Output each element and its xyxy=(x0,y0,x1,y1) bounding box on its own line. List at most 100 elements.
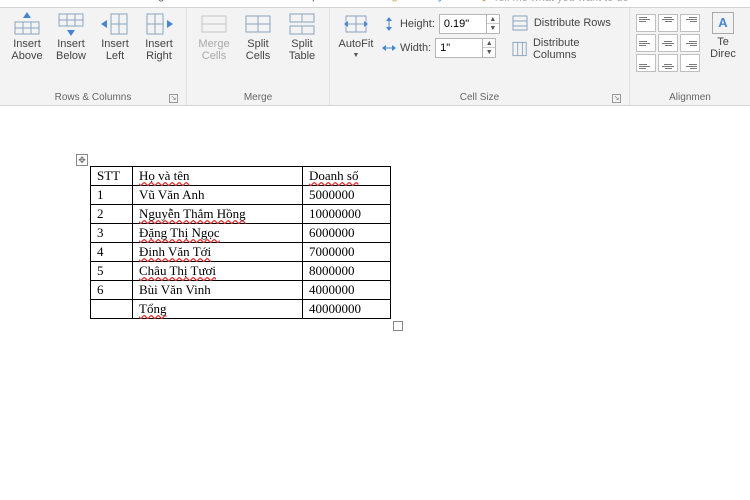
align-top-left[interactable] xyxy=(636,14,656,32)
insert-left-icon xyxy=(101,12,129,36)
height-icon xyxy=(382,17,396,31)
align-mid-center[interactable] xyxy=(658,34,678,52)
height-spinner[interactable]: ▲▼ xyxy=(439,14,500,34)
table-resize-handle[interactable] xyxy=(393,321,403,331)
document-area[interactable]: ✥ STT Họ và tên Doanh số 1Vũ Văn Anh5000… xyxy=(0,106,750,500)
ribbon: Insert Above Insert Below Insert Left In… xyxy=(0,8,750,106)
group-cell-size: AutoFit ▼ Height: ▲▼ Width: xyxy=(330,8,630,105)
cell-stt[interactable] xyxy=(91,300,133,319)
insert-right-icon xyxy=(145,12,173,36)
width-input[interactable] xyxy=(436,42,482,54)
group-label-cell-size: Cell Size xyxy=(460,92,499,103)
tab-references[interactable]: References xyxy=(49,0,109,4)
width-label: Width: xyxy=(400,42,431,54)
data-table[interactable]: STT Họ và tên Doanh số 1Vũ Văn Anh500000… xyxy=(90,166,391,319)
split-cells-button[interactable]: Split Cells xyxy=(237,10,279,64)
table-header-row[interactable]: STT Họ và tên Doanh số xyxy=(91,167,391,186)
alignment-grid xyxy=(636,10,700,72)
table-row[interactable]: 4Đinh Văn Tới7000000 xyxy=(91,243,391,262)
align-bot-right[interactable] xyxy=(680,54,700,72)
tab-mailings[interactable]: Mailings xyxy=(128,0,172,4)
tab-view[interactable]: View xyxy=(248,0,276,4)
insert-below-icon xyxy=(57,12,85,36)
height-up[interactable]: ▲ xyxy=(487,15,499,24)
autofit-icon xyxy=(342,12,370,36)
tab-table-design[interactable]: Table Design xyxy=(338,0,406,4)
align-top-right[interactable] xyxy=(680,14,700,32)
cell-name[interactable]: Đặng Thị Ngọc xyxy=(133,224,303,243)
cell-value[interactable]: 5000000 xyxy=(303,186,391,205)
bulb-icon xyxy=(479,0,489,3)
cell-stt[interactable]: 1 xyxy=(91,186,133,205)
cell-stt[interactable]: 4 xyxy=(91,243,133,262)
cell-value[interactable]: 4000000 xyxy=(303,281,391,300)
table-row[interactable]: 6Bùi Văn Vinh4000000 xyxy=(91,281,391,300)
header-value[interactable]: Doanh số xyxy=(303,167,391,186)
merge-cells-icon xyxy=(200,12,228,36)
cell-stt[interactable]: 2 xyxy=(91,205,133,224)
align-top-center[interactable] xyxy=(658,14,678,32)
split-table-button[interactable]: Split Table xyxy=(281,10,323,64)
cell-total-value[interactable]: 40000000 xyxy=(303,300,391,319)
cell-name[interactable]: Bùi Văn Vinh xyxy=(133,281,303,300)
distribute-columns-button[interactable]: Distribute Columns xyxy=(510,36,623,62)
cell-name[interactable]: Đinh Văn Tới xyxy=(133,243,303,262)
distribute-columns-icon xyxy=(512,41,527,57)
cell-stt[interactable]: 6 xyxy=(91,281,133,300)
tell-me-placeholder: Tell me what you want to do xyxy=(493,0,629,4)
rows-columns-dialog-launcher[interactable]: ↘ xyxy=(169,94,178,103)
align-bot-left[interactable] xyxy=(636,54,656,72)
text-direction-button[interactable]: A Te Direc xyxy=(702,10,744,60)
width-spinner[interactable]: ▲▼ xyxy=(435,38,496,58)
cell-name[interactable]: Nguyễn Thắm Hồng xyxy=(133,205,303,224)
cell-size-dialog-launcher[interactable]: ↘ xyxy=(612,94,621,103)
table-row[interactable]: 2Nguyễn Thắm Hồng10000000 xyxy=(91,205,391,224)
table-row[interactable]: 1Vũ Văn Anh5000000 xyxy=(91,186,391,205)
cell-value[interactable]: 8000000 xyxy=(303,262,391,281)
text-direction-icon: A xyxy=(712,12,734,34)
cell-value[interactable]: 7000000 xyxy=(303,243,391,262)
insert-above-icon xyxy=(13,12,41,36)
split-cells-icon xyxy=(244,12,272,36)
autofit-button[interactable]: AutoFit ▼ xyxy=(336,10,376,64)
align-mid-right[interactable] xyxy=(680,34,700,52)
tab-help[interactable]: Help xyxy=(294,0,321,4)
distribute-rows-button[interactable]: Distribute Rows xyxy=(510,14,623,32)
cell-name[interactable]: Châu Thị Tươi xyxy=(133,262,303,281)
table-row[interactable]: 5Châu Thị Tươi8000000 xyxy=(91,262,391,281)
tab-layout-partial[interactable]: out xyxy=(12,0,31,4)
header-name[interactable]: Họ và tên xyxy=(133,167,303,186)
cell-stt[interactable]: 5 xyxy=(91,262,133,281)
tab-review[interactable]: Review xyxy=(190,0,230,4)
cell-value[interactable]: 6000000 xyxy=(303,224,391,243)
width-up[interactable]: ▲ xyxy=(483,39,495,48)
insert-below-button[interactable]: Insert Below xyxy=(50,10,92,64)
align-mid-left[interactable] xyxy=(636,34,656,52)
height-down[interactable]: ▼ xyxy=(487,24,499,33)
insert-right-button[interactable]: Insert Right xyxy=(138,10,180,64)
table-move-handle[interactable]: ✥ xyxy=(76,154,88,166)
group-label-alignment: Alignmen xyxy=(669,92,711,103)
group-merge: Merge Cells Split Cells Split Table Merg… xyxy=(187,8,330,105)
cell-stt[interactable]: 3 xyxy=(91,224,133,243)
align-bot-center[interactable] xyxy=(658,54,678,72)
height-input[interactable] xyxy=(440,18,486,30)
tell-me-search[interactable]: Tell me what you want to do xyxy=(479,0,629,4)
header-stt[interactable]: STT xyxy=(91,167,133,186)
split-table-icon xyxy=(288,12,316,36)
ribbon-tabs: out References Mailings Review View Help… xyxy=(0,0,750,8)
group-alignment: A Te Direc Alignmen xyxy=(630,8,750,105)
cell-value[interactable]: 10000000 xyxy=(303,205,391,224)
table-row[interactable]: 3Đặng Thị Ngọc6000000 xyxy=(91,224,391,243)
width-icon xyxy=(382,41,396,55)
cell-total-label[interactable]: Tổng xyxy=(133,300,303,319)
insert-left-button[interactable]: Insert Left xyxy=(94,10,136,64)
insert-above-button[interactable]: Insert Above xyxy=(6,10,48,64)
cell-name[interactable]: Vũ Văn Anh xyxy=(133,186,303,205)
group-label-rows-columns: Rows & Columns xyxy=(55,92,132,103)
tab-table-layout[interactable]: Layout xyxy=(424,0,461,4)
height-label: Height: xyxy=(400,18,435,30)
width-down[interactable]: ▼ xyxy=(483,48,495,57)
table-total-row[interactable]: Tổng40000000 xyxy=(91,300,391,319)
distribute-rows-icon xyxy=(512,15,528,31)
